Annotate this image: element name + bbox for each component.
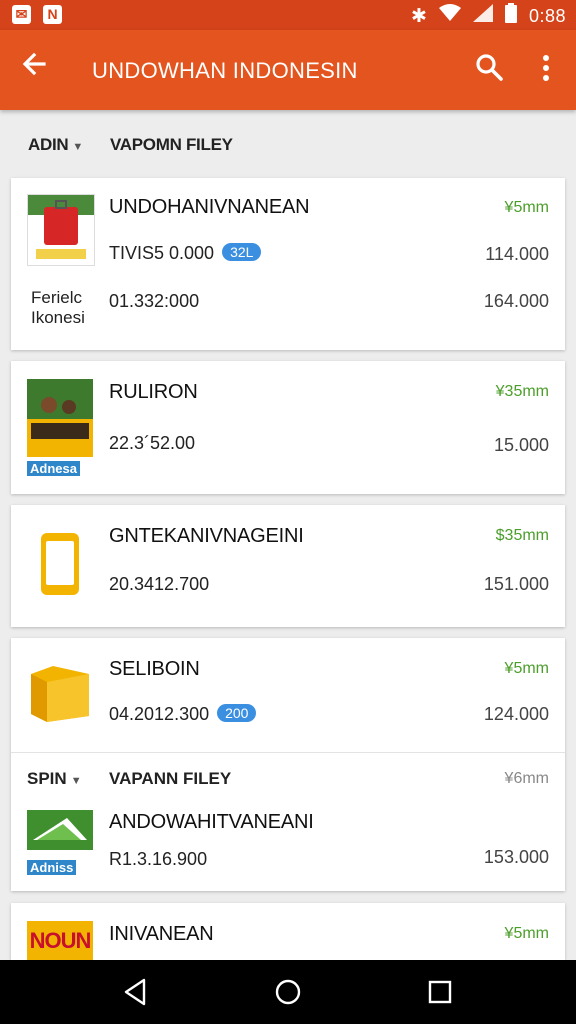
list-card[interactable]: SELIBOIN ¥5mm 04.2012.300 200 124.000 SPI… xyxy=(11,638,565,891)
item-value: 04.2012.300 200 xyxy=(109,704,257,725)
item-amount: 124.000 xyxy=(483,704,549,724)
list-card[interactable]: UNDOHANIVNANEAN ¥5mm TIVIS5 0.000 32L 114… xyxy=(11,178,565,350)
filter-dropdown[interactable]: ADIN ▼ xyxy=(28,135,83,155)
brand-label: Adniss xyxy=(27,860,77,875)
filter-row: ADIN ▼ VAPOMN FILEY xyxy=(0,110,576,178)
count-badge: 32L xyxy=(222,243,262,261)
item-tag: ¥5mm xyxy=(504,660,549,677)
chevron-down-icon: ▼ xyxy=(70,775,82,787)
filter-label[interactable]: VAPOMN FILEY xyxy=(110,135,233,155)
product-thumbnail xyxy=(27,379,93,457)
item-title: SELIBOIN xyxy=(109,658,200,680)
battery-icon xyxy=(504,3,517,29)
circle-home-icon xyxy=(275,979,301,1005)
item-amount: 15.000 xyxy=(493,435,549,455)
folder-icon xyxy=(27,660,93,726)
item-title: RULIRON xyxy=(109,381,198,403)
item-value: R1.3.16.900 xyxy=(109,849,208,869)
search-icon xyxy=(476,54,503,81)
bluetooth-icon: ✱ xyxy=(411,5,427,27)
item-title: UNDOHANIVNANEAN xyxy=(109,196,310,218)
item-tag: ¥5mm xyxy=(504,199,549,216)
item-value: 22.3´52.00 xyxy=(109,433,196,453)
list-card[interactable]: NOUN INIVANEAN ¥5mm xyxy=(11,903,565,960)
item-amount-secondary: 164.000 xyxy=(483,291,549,311)
wifi-icon xyxy=(438,4,461,28)
filter-dropdown-label: ADIN xyxy=(28,135,69,154)
product-thumbnail xyxy=(27,194,95,266)
chevron-down-icon: ▼ xyxy=(72,141,83,153)
section-dropdown[interactable]: SPIN ▼ xyxy=(27,769,82,789)
list-card[interactable]: Adnesa RULIRON ¥35mm 22.3´52.00 15.000 xyxy=(11,361,565,494)
nav-home-button[interactable] xyxy=(268,974,308,1010)
item-tag: ¥35mm xyxy=(495,383,549,400)
item-amount: 153.000 xyxy=(483,847,549,867)
triangle-back-icon xyxy=(124,978,146,1006)
item-value: TIVIS5 0.000 32L xyxy=(109,243,262,264)
item-title: ANDOWAHITVANEANI xyxy=(109,811,314,833)
section-label: VAPANN FILEY xyxy=(109,769,232,788)
section-dropdown-label: SPIN xyxy=(27,769,67,788)
product-thumbnail xyxy=(27,810,93,850)
item-amount: 151.000 xyxy=(483,574,549,594)
item-tag: $35mm xyxy=(495,527,549,544)
search-button[interactable] xyxy=(474,52,510,88)
divider xyxy=(11,752,565,753)
page-title: UNDOWHAN INDONESIN xyxy=(92,58,358,83)
signal-icon xyxy=(472,4,493,28)
item-value-secondary: 01.332:000 xyxy=(109,291,200,311)
more-vert-icon xyxy=(543,55,549,81)
app-bar: UNDOWHAN INDONESIN xyxy=(0,30,576,110)
navigation-bar xyxy=(0,960,576,1024)
status-bar: ✉ N ✱ 0:88 xyxy=(0,0,576,30)
logo-text: NOUN xyxy=(29,928,92,953)
app-notification-icon: N xyxy=(43,5,62,24)
nav-recents-button[interactable] xyxy=(420,974,460,1010)
back-button[interactable] xyxy=(20,50,56,88)
square-recents-icon xyxy=(428,980,452,1004)
nav-back-button[interactable] xyxy=(116,974,156,1010)
count-badge: 200 xyxy=(217,704,257,722)
clock: 0:88 xyxy=(528,5,566,26)
item-side-label: Ferielc Ikonesi xyxy=(31,288,85,327)
mail-notification-icon: ✉ xyxy=(12,5,31,24)
list-card[interactable]: GNTEKANIVNAGEINI $35mm 20.3412.700 151.0… xyxy=(11,505,565,627)
item-value: 20.3412.700 xyxy=(109,574,210,594)
item-amount: 114.000 xyxy=(485,244,549,264)
item-title: INIVANEAN xyxy=(109,923,214,945)
item-tag: ¥5mm xyxy=(504,925,549,942)
section-tag: ¥6mm xyxy=(504,770,549,787)
more-options-button[interactable] xyxy=(532,52,564,88)
item-value-text: 04.2012.300 xyxy=(109,704,210,724)
item-value-text: TIVIS5 0.000 xyxy=(109,243,215,263)
phone-icon xyxy=(27,531,93,597)
product-thumbnail: NOUN xyxy=(27,921,93,960)
brand-label: Adnesa xyxy=(27,461,80,476)
arrow-left-icon xyxy=(22,52,46,76)
item-title: GNTEKANIVNAGEINI xyxy=(109,525,304,547)
